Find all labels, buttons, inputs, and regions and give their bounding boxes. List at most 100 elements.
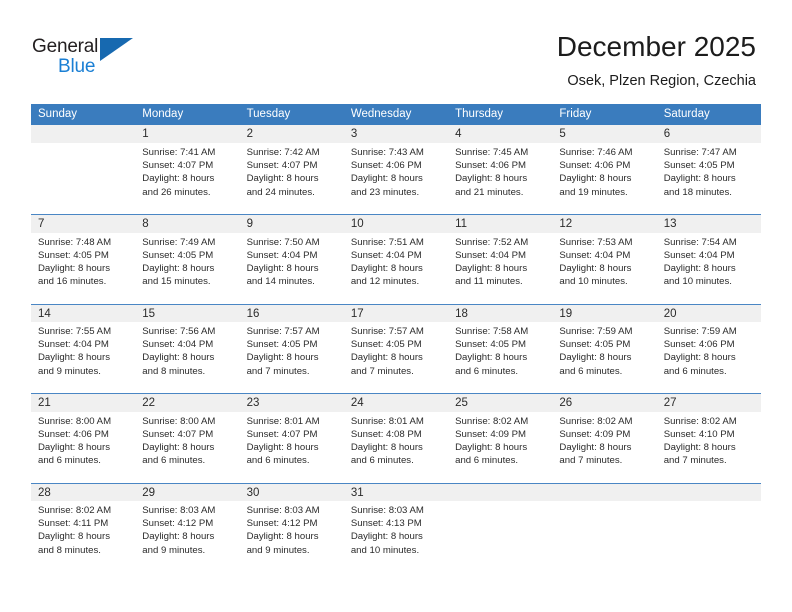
day-number[interactable]: 20 — [656, 304, 761, 322]
day-cell[interactable]: Sunrise: 7:58 AM Sunset: 4:05 PM Dayligh… — [448, 322, 553, 392]
sunrise-text: Sunrise: 7:43 AM — [350, 147, 424, 158]
daylight-text-line2: and 11 minutes. — [455, 276, 523, 288]
day-number[interactable]: 22 — [135, 393, 240, 412]
day-cell[interactable]: Sunrise: 7:47 AM Sunset: 4:05 PM Dayligh… — [656, 143, 761, 213]
daylight-text-line1: Daylight: 8 hours — [559, 352, 632, 364]
day-number[interactable]: 25 — [448, 393, 553, 412]
day-number[interactable]: 30 — [239, 483, 344, 501]
day-cell[interactable]: Sunrise: 7:51 AM Sunset: 4:04 PM Dayligh… — [343, 232, 449, 303]
day-cell[interactable]: Sunrise: 7:41 AM Sunset: 4:07 PM Dayligh… — [135, 143, 240, 213]
sunset-text: Sunset: 4:08 PM — [350, 428, 422, 440]
daylight-text-line2: and 9 minutes. — [38, 365, 101, 377]
day-number[interactable]: 11 — [448, 214, 553, 233]
day-cell[interactable]: Sunrise: 8:02 AM Sunset: 4:09 PM Dayligh… — [552, 411, 657, 482]
day-cell[interactable]: Sunrise: 7:49 AM Sunset: 4:05 PM Dayligh… — [135, 232, 240, 303]
day-cell[interactable]: Sunrise: 7:57 AM Sunset: 4:05 PM Dayligh… — [343, 322, 449, 392]
day-number[interactable]: 16 — [239, 304, 344, 322]
daylight-text-line1: Daylight: 8 hours — [455, 441, 528, 453]
day-number[interactable]: 29 — [135, 483, 240, 501]
day-number[interactable]: 28 — [31, 483, 136, 501]
day-cell[interactable]: Sunrise: 8:02 AM Sunset: 4:10 PM Dayligh… — [656, 411, 761, 482]
day-number[interactable]: 13 — [656, 214, 761, 233]
day-number[interactable]: 23 — [239, 393, 344, 412]
sunset-text: Sunset: 4:07 PM — [246, 428, 318, 440]
day-number[interactable]: 2 — [239, 125, 344, 143]
day-cell[interactable]: Sunrise: 7:56 AM Sunset: 4:04 PM Dayligh… — [135, 322, 240, 392]
day-cell[interactable]: Sunrise: 8:03 AM Sunset: 4:12 PM Dayligh… — [239, 501, 344, 571]
day-cell[interactable]: Sunrise: 7:59 AM Sunset: 4:05 PM Dayligh… — [552, 322, 657, 392]
day-cell[interactable]: Sunrise: 7:45 AM Sunset: 4:06 PM Dayligh… — [448, 143, 553, 213]
daylight-text-line2: and 14 minutes. — [246, 276, 315, 288]
day-number[interactable] — [31, 125, 136, 143]
day-cell[interactable]: Sunrise: 8:03 AM Sunset: 4:13 PM Dayligh… — [343, 501, 449, 571]
day-number[interactable]: 31 — [343, 483, 449, 501]
day-cell[interactable]: Sunrise: 8:01 AM Sunset: 4:08 PM Dayligh… — [343, 411, 449, 482]
day-cell[interactable] — [31, 143, 136, 213]
day-number[interactable]: 18 — [448, 304, 553, 322]
daylight-text-line1: Daylight: 8 hours — [142, 441, 215, 453]
day-cell[interactable]: Sunrise: 7:43 AM Sunset: 4:06 PM Dayligh… — [343, 143, 449, 213]
day-cell[interactable]: Sunrise: 7:53 AM Sunset: 4:04 PM Dayligh… — [552, 232, 657, 303]
day-cell[interactable]: Sunrise: 7:48 AM Sunset: 4:05 PM Dayligh… — [31, 232, 136, 303]
day-cell[interactable]: Sunrise: 7:57 AM Sunset: 4:05 PM Dayligh… — [239, 322, 344, 392]
day-cell[interactable]: Sunrise: 8:01 AM Sunset: 4:07 PM Dayligh… — [239, 411, 344, 482]
day-number[interactable]: 14 — [31, 304, 136, 322]
page-subtitle: Osek, Plzen Region, Czechia — [567, 73, 756, 89]
day-number[interactable]: 4 — [448, 125, 553, 143]
day-cell[interactable]: Sunrise: 7:59 AM Sunset: 4:06 PM Dayligh… — [656, 322, 761, 392]
daylight-text-line1: Daylight: 8 hours — [246, 262, 319, 274]
weekday-header-saturday: Saturday — [656, 104, 761, 125]
day-cell[interactable]: Sunrise: 7:50 AM Sunset: 4:04 PM Dayligh… — [239, 232, 344, 303]
sunrise-text: Sunrise: 7:56 AM — [142, 326, 216, 337]
daylight-text-line2: and 7 minutes. — [246, 365, 310, 377]
day-number[interactable]: 6 — [656, 125, 761, 143]
day-cell[interactable]: Sunrise: 8:00 AM Sunset: 4:06 PM Dayligh… — [31, 411, 136, 482]
day-number[interactable]: 21 — [31, 393, 136, 412]
day-number[interactable]: 27 — [656, 393, 761, 412]
day-number[interactable]: 24 — [343, 393, 449, 412]
sunrise-text: Sunrise: 8:02 AM — [559, 415, 633, 427]
daylight-text-line2: and 18 minutes. — [663, 186, 732, 198]
week-3-info-row: Sunrise: 7:55 AM Sunset: 4:04 PM Dayligh… — [31, 322, 761, 392]
day-number[interactable]: 12 — [552, 214, 657, 233]
day-number[interactable]: 5 — [552, 125, 657, 143]
daylight-text-line1: Daylight: 8 hours — [350, 173, 423, 185]
daylight-text-line2: and 7 minutes. — [663, 455, 727, 467]
day-number[interactable]: 17 — [343, 304, 449, 322]
daylight-text-line2: and 6 minutes. — [663, 365, 727, 377]
day-cell[interactable]: Sunrise: 8:02 AM Sunset: 4:09 PM Dayligh… — [448, 411, 553, 482]
day-number[interactable]: 3 — [343, 125, 449, 143]
day-cell[interactable]: Sunrise: 7:46 AM Sunset: 4:06 PM Dayligh… — [552, 143, 657, 213]
sunrise-text: Sunrise: 7:59 AM — [559, 326, 633, 337]
day-cell[interactable]: Sunrise: 7:42 AM Sunset: 4:07 PM Dayligh… — [239, 143, 344, 213]
day-cell[interactable]: Sunrise: 7:54 AM Sunset: 4:04 PM Dayligh… — [656, 232, 761, 303]
sunrise-text: Sunrise: 7:57 AM — [246, 326, 320, 337]
daylight-text-line1: Daylight: 8 hours — [38, 441, 110, 453]
day-number[interactable]: 9 — [239, 214, 344, 233]
day-cell[interactable]: Sunrise: 8:00 AM Sunset: 4:07 PM Dayligh… — [135, 411, 240, 482]
day-number[interactable]: 7 — [31, 214, 136, 233]
day-number[interactable]: 10 — [343, 214, 449, 233]
sunset-text: Sunset: 4:06 PM — [455, 160, 527, 172]
day-number[interactable]: 26 — [552, 393, 657, 412]
day-cell[interactable]: Sunrise: 8:03 AM Sunset: 4:12 PM Dayligh… — [135, 501, 240, 571]
day-number[interactable]: 1 — [135, 125, 240, 143]
page-title: December 2025 — [556, 31, 756, 62]
logo-triangle-icon — [100, 38, 133, 61]
day-cell[interactable]: Sunrise: 7:55 AM Sunset: 4:04 PM Dayligh… — [31, 322, 136, 392]
day-cell[interactable]: Sunrise: 7:52 AM Sunset: 4:04 PM Dayligh… — [448, 232, 553, 303]
sunrise-text: Sunrise: 8:02 AM — [663, 415, 737, 427]
daylight-text-line2: and 26 minutes. — [142, 186, 211, 198]
day-number[interactable]: 19 — [552, 304, 657, 322]
weekday-header-wednesday: Wednesday — [343, 104, 449, 125]
daylight-text-line2: and 6 minutes. — [142, 455, 206, 467]
day-number[interactable]: 8 — [135, 214, 240, 233]
sunrise-text: Sunrise: 7:45 AM — [455, 147, 529, 158]
sunrise-text: Sunrise: 8:02 AM — [455, 415, 529, 427]
day-number[interactable]: 15 — [135, 304, 240, 322]
sunset-text: Sunset: 4:04 PM — [559, 249, 631, 261]
sunset-text: Sunset: 4:11 PM — [38, 518, 109, 530]
sunrise-text: Sunrise: 7:57 AM — [350, 326, 424, 337]
general-blue-logo[interactable]: General Blue — [32, 36, 152, 84]
day-cell[interactable]: Sunrise: 8:02 AM Sunset: 4:11 PM Dayligh… — [31, 501, 136, 571]
